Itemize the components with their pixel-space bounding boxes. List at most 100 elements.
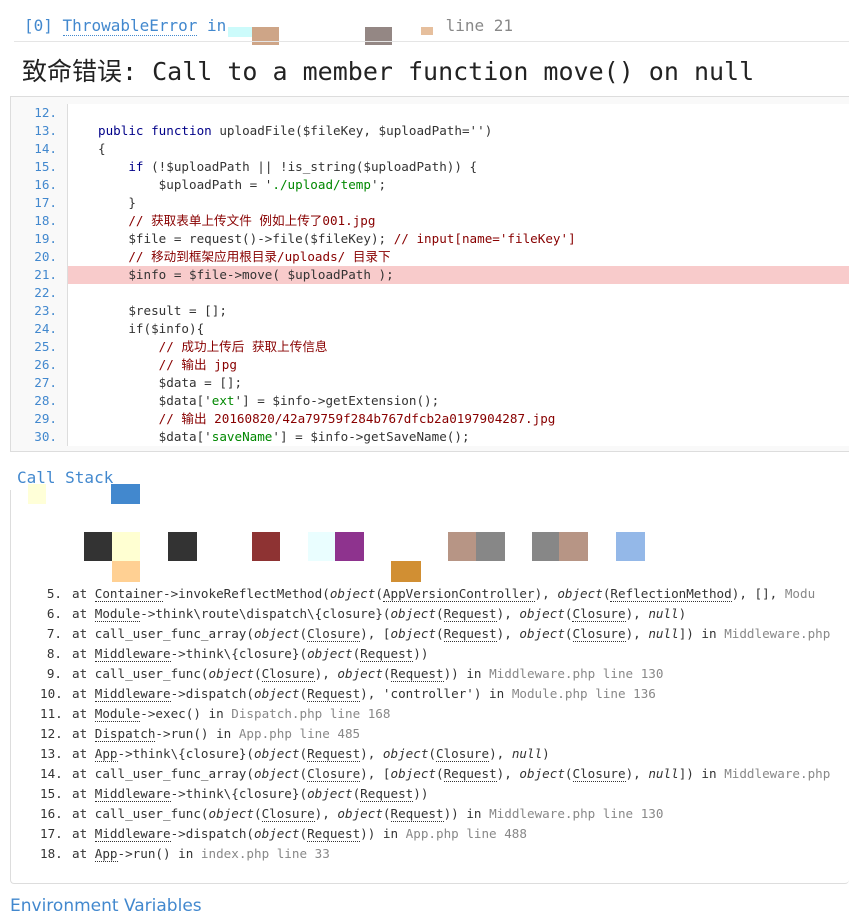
class-name-link[interactable]: Middleware <box>94 826 171 842</box>
class-name-link[interactable]: Closure <box>436 746 490 762</box>
frame-text: ->think\{closure}( <box>170 786 308 801</box>
class-name-link[interactable]: Middleware <box>94 646 171 662</box>
code-token: $data = []; <box>98 375 243 390</box>
frame-text: ), 'controller') in <box>360 686 512 701</box>
class-name-link[interactable]: Closure <box>572 606 626 622</box>
class-name-link[interactable]: ReflectionMethod <box>610 586 732 602</box>
code-text: // 成功上传后 获取上传信息 <box>67 338 849 356</box>
frame-text: ( <box>428 746 436 761</box>
class-name-link[interactable]: Module <box>94 606 141 622</box>
frame-text: ->dispatch( <box>170 686 254 701</box>
file-location: Modu <box>777 586 816 601</box>
frame-text: object <box>253 626 300 641</box>
frame-text: object <box>307 646 353 661</box>
line-number: 25. <box>11 338 67 356</box>
class-name-link[interactable]: Closure <box>307 766 361 782</box>
code-token: if <box>128 159 144 174</box>
frame-text: ) <box>542 746 550 761</box>
file-location: Dispatch.php line 168 <box>231 706 391 721</box>
frame-text: ( <box>299 826 308 841</box>
file-location: Middleware.php line 130 <box>489 666 664 681</box>
class-name-link[interactable]: Request <box>307 826 361 842</box>
frame-number: 12. <box>40 726 63 741</box>
class-name-link[interactable]: Request <box>307 746 361 762</box>
class-name-link[interactable]: Closure <box>261 666 315 682</box>
code-text: $info = $file->move( $uploadPath ); <box>67 266 849 284</box>
frame-text: ->run() in <box>155 726 239 741</box>
frame-text: ( <box>436 766 444 781</box>
class-name-link[interactable]: Request <box>443 626 497 642</box>
code-line: 30. $data['saveName'] = $info->getSaveNa… <box>11 428 849 446</box>
frame-number: 10. <box>40 686 63 701</box>
code-text: // 输出 20160820/42a79759f284b767dfcb2a019… <box>67 410 849 428</box>
code-line: 22. <box>11 284 849 302</box>
line-number: 16. <box>11 176 67 194</box>
code-line: 28. $data['ext'] = $info->getExtension()… <box>11 392 849 410</box>
frame-number: 16. <box>40 806 63 821</box>
frame-text: ( <box>253 666 262 681</box>
file-location: App.php line 488 <box>405 826 527 841</box>
header-divider <box>14 41 849 42</box>
frame-text: object <box>337 806 383 821</box>
line-number: 26. <box>11 356 67 374</box>
frame-text: at <box>72 726 95 741</box>
frame-text: object <box>253 746 300 761</box>
code-token: (!$uploadPath || !is_string($uploadPath)… <box>143 159 478 174</box>
class-name-link[interactable]: Dispatch <box>94 726 156 742</box>
redacted-block <box>476 532 505 561</box>
class-name-link[interactable]: Request <box>360 646 414 662</box>
frame-text: object <box>307 786 353 801</box>
class-name-link[interactable]: AppVersionController <box>382 586 535 602</box>
class-name-link[interactable]: Request <box>443 766 497 782</box>
code-line: 25. // 成功上传后 获取上传信息 <box>11 338 849 356</box>
class-name-link[interactable]: Closure <box>572 626 626 642</box>
frame-text: ->invokeReflectMethod( <box>163 586 330 601</box>
code-text: if (!$uploadPath || !is_string($uploadPa… <box>67 158 849 176</box>
class-name-link[interactable]: Request <box>443 606 497 622</box>
frame-text: at call_user_func_array( <box>72 626 254 641</box>
class-name-link[interactable]: Module <box>94 706 141 722</box>
class-name-link[interactable]: Closure <box>572 766 626 782</box>
redacted-block <box>252 532 280 561</box>
code-text: if($info){ <box>67 320 849 338</box>
code-line: 23. $result = []; <box>11 302 849 320</box>
frame-text: ->think\route\dispatch\{closure}( <box>140 606 391 621</box>
class-name-link[interactable]: Closure <box>307 626 361 642</box>
code-token: $data[' <box>98 429 212 444</box>
frame-text: ( <box>299 626 308 641</box>
frame-text: ( <box>253 806 262 821</box>
class-name-link[interactable]: Closure <box>261 806 315 822</box>
frame-text: at <box>72 826 95 841</box>
class-name-link[interactable]: Request <box>307 686 361 702</box>
class-name-link[interactable]: Request <box>360 786 414 802</box>
frame-text: ), <box>314 806 338 821</box>
frame-text: object <box>253 826 300 841</box>
redacted-block <box>391 561 421 582</box>
frame-number: 15. <box>40 786 63 801</box>
line-number: 27. <box>11 374 67 392</box>
file-location: index.php line 33 <box>200 846 330 861</box>
frame-text: at call_user_func( <box>72 806 209 821</box>
frame-number: 13. <box>40 746 63 761</box>
line-number: 24. <box>11 320 67 338</box>
code-token: '; <box>370 177 387 192</box>
frame-text: ( <box>299 686 308 701</box>
frame-number: 18. <box>40 846 63 861</box>
class-name-link[interactable]: Request <box>390 666 444 682</box>
class-name-link[interactable]: Container <box>94 586 163 602</box>
frame-text: ->exec() in <box>140 706 232 721</box>
class-name-link[interactable]: App <box>94 746 118 762</box>
class-name-link[interactable]: Request <box>390 806 444 822</box>
class-name-link[interactable]: Middleware <box>94 786 171 802</box>
code-text <box>67 104 849 122</box>
frame-text: ->dispatch( <box>170 826 254 841</box>
frame-text: ), <box>496 606 520 621</box>
class-name-link[interactable]: App <box>94 846 118 862</box>
frame-text: ), <box>625 766 649 781</box>
exception-class-link[interactable]: ThrowableError <box>62 16 198 36</box>
code-text: // 输出 jpg <box>67 356 849 374</box>
class-name-link[interactable]: Middleware <box>94 686 171 702</box>
code-line: 13. public function uploadFile($fileKey, … <box>11 122 849 140</box>
frame-text: object <box>390 626 437 641</box>
frame-text: ]) in <box>678 626 725 641</box>
